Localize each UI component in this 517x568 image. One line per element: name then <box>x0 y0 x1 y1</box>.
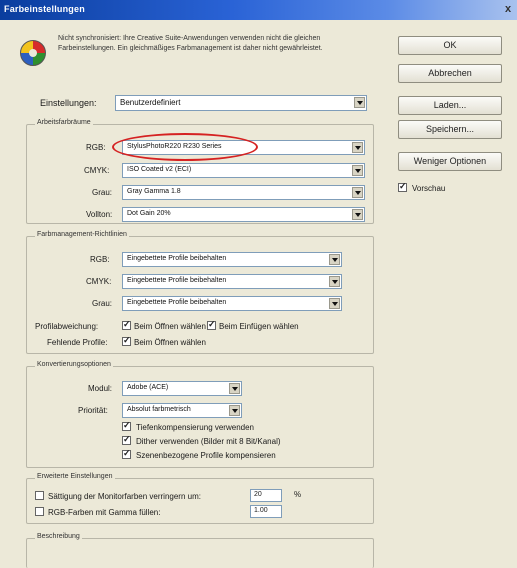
chevron-down-icon <box>329 254 340 265</box>
spot-workspace-select[interactable]: Dot Gain 20% <box>122 207 365 222</box>
ask-when-opening-label: Beim Öffnen wählen <box>134 322 206 331</box>
chevron-down-icon <box>329 298 340 309</box>
highlight-annotation <box>112 133 258 161</box>
dither-checkbox[interactable] <box>122 434 131 445</box>
chevron-down-icon <box>229 383 240 394</box>
group-title: Arbeitsfarbräume <box>35 119 93 126</box>
missing-ask-when-opening-label: Beim Öffnen wählen <box>134 338 206 347</box>
ask-when-pasting-label: Beim Einfügen wählen <box>219 322 299 331</box>
bpc-label: Tiefenkompensierung verwenden <box>136 423 254 432</box>
blend-gamma-checkbox[interactable] <box>35 507 44 516</box>
chevron-down-icon <box>352 187 363 198</box>
gray-workspace-select[interactable]: Gray Gamma 1.8 <box>122 185 365 200</box>
blend-gamma-input[interactable]: 1.00 <box>250 505 282 518</box>
group-title: Farbmanagement-Richtlinien <box>35 231 129 238</box>
scene-referred-label: Szenenbezogene Profile kompensieren <box>136 451 276 460</box>
desaturate-label: Sättigung der Monitorfarben verringern u… <box>48 492 201 501</box>
chevron-down-icon <box>352 209 363 220</box>
chevron-down-icon <box>352 142 363 153</box>
engine-label: Modul: <box>88 384 113 393</box>
cancel-button[interactable]: Abbrechen <box>398 64 502 83</box>
chevron-down-icon <box>229 405 240 416</box>
intent-select[interactable]: Absolut farbmetrisch <box>122 403 242 418</box>
percent-unit: % <box>294 490 302 499</box>
group-title: Konvertierungsoptionen <box>35 361 113 368</box>
window-title: Farbeinstellungen <box>4 4 85 14</box>
group-title: Erweiterte Einstellungen <box>35 473 115 480</box>
title-bar: Farbeinstellungen x <box>0 0 517 20</box>
rgb-workspace-label: RGB: <box>86 143 106 152</box>
preview-label: Vorschau <box>412 184 446 193</box>
ask-when-pasting-checkbox[interactable] <box>207 319 216 330</box>
fewer-options-button[interactable]: Weniger Optionen <box>398 152 502 171</box>
rgb-policy-select[interactable]: Eingebettete Profile beibehalten <box>122 252 342 267</box>
chevron-down-icon <box>329 276 340 287</box>
desaturate-checkbox[interactable] <box>35 491 44 500</box>
chevron-down-icon <box>352 165 363 176</box>
intent-label: Priorität: <box>78 406 108 415</box>
gray-workspace-label: Grau: <box>92 188 113 197</box>
bpc-checkbox[interactable] <box>122 420 131 431</box>
desaturate-input[interactable]: 20 <box>250 489 282 502</box>
group-title: Beschreibung <box>35 533 82 540</box>
save-button[interactable]: Speichern... <box>398 120 502 139</box>
spot-workspace-label: Vollton: <box>86 210 113 219</box>
close-button[interactable]: x <box>501 2 515 17</box>
dither-label: Dither verwenden (Bilder mit 8 Bit/Kanal… <box>136 437 281 446</box>
rgb-policy-label: RGB: <box>90 255 110 264</box>
cmyk-workspace-select[interactable]: ISO Coated v2 (ECI) <box>122 163 365 178</box>
color-wheel-icon <box>20 40 46 66</box>
ok-button[interactable]: OK <box>398 36 502 55</box>
cmyk-policy-select[interactable]: Eingebettete Profile beibehalten <box>122 274 342 289</box>
scene-referred-checkbox[interactable] <box>122 448 131 459</box>
mismatch-label: Profilabweichung: <box>35 322 99 331</box>
cmyk-workspace-label: CMYK: <box>84 166 110 175</box>
missing-profiles-label: Fehlende Profile: <box>47 338 108 347</box>
missing-ask-when-opening-checkbox[interactable] <box>122 335 131 346</box>
load-button[interactable]: Laden... <box>398 96 502 115</box>
advanced-group: Erweiterte Einstellungen <box>26 473 374 524</box>
gray-policy-select[interactable]: Eingebettete Profile beibehalten <box>122 296 342 311</box>
description-group: Beschreibung <box>26 533 374 568</box>
settings-label: Einstellungen: <box>40 98 97 108</box>
ask-when-opening-checkbox[interactable] <box>122 319 131 330</box>
cmyk-policy-label: CMYK: <box>86 277 112 286</box>
settings-select[interactable]: Benutzerdefiniert <box>115 95 367 111</box>
chevron-down-icon <box>354 97 365 108</box>
blend-gamma-label: RGB-Farben mit Gamma füllen: <box>48 508 161 517</box>
sync-notice: Nicht synchronisiert: Ihre Creative Suit… <box>58 35 323 52</box>
gray-policy-label: Grau: <box>92 299 113 308</box>
preview-checkbox[interactable] <box>398 181 407 192</box>
engine-select[interactable]: Adobe (ACE) <box>122 381 242 396</box>
